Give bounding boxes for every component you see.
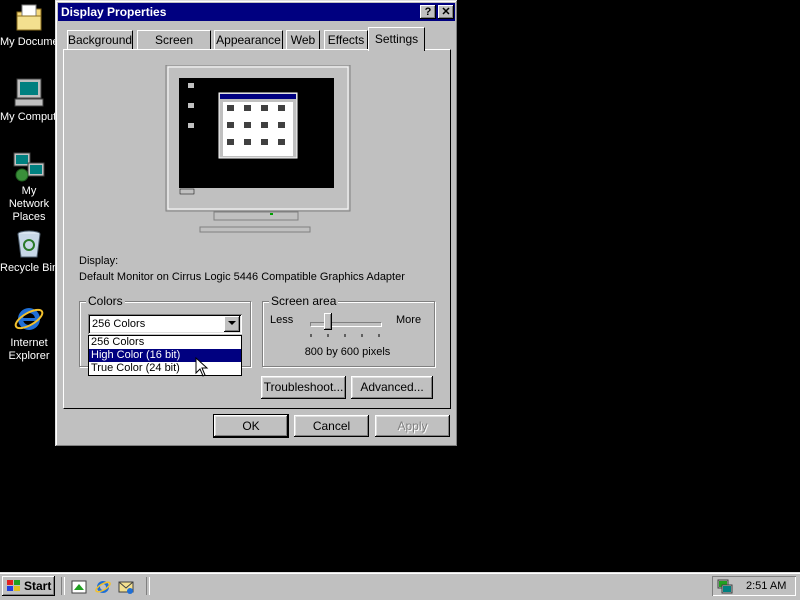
tab-screen-saver[interactable]: Screen Saver <box>137 30 211 66</box>
tab-background[interactable]: Background <box>67 30 133 49</box>
apply-button-label: Apply <box>397 419 428 433</box>
show-desktop-icon[interactable] <box>70 578 88 596</box>
title-bar[interactable]: Display Properties ? ✕ <box>58 3 455 21</box>
taskbar-separator <box>61 577 65 595</box>
display-label: Display: <box>79 255 119 267</box>
desktop-icon-label: My Network Places <box>8 185 50 223</box>
display-adapter-value: Default Monitor on Cirrus Logic 5446 Com… <box>79 271 405 283</box>
desktop-icon-label: My Computer <box>0 111 58 123</box>
computer-icon <box>14 78 44 107</box>
desktop-icon-recycle-bin[interactable]: Recycle Bin <box>0 228 58 275</box>
system-tray: 2:51 AM <box>712 576 796 596</box>
colors-option-16bit[interactable]: High Color (16 bit) <box>89 349 241 362</box>
troubleshoot-button[interactable]: Troubleshoot... <box>261 376 346 399</box>
recycle-bin-icon <box>17 230 41 258</box>
screen-area-slider-track[interactable] <box>310 322 382 327</box>
windows-logo-icon <box>7 580 20 591</box>
tab-appearance[interactable]: Appearance <box>214 30 283 49</box>
colors-option-256[interactable]: 256 Colors <box>89 336 241 349</box>
ok-button-label: OK <box>242 419 260 433</box>
monitor-preview-image <box>165 65 351 233</box>
colors-select-value: 256 Colors <box>92 318 146 330</box>
ok-button[interactable]: OK <box>213 414 289 438</box>
less-label: Less <box>270 314 294 326</box>
mouse-cursor-icon <box>195 357 209 377</box>
screen-area-slider-thumb[interactable] <box>323 313 332 330</box>
screen-area-group-label: Screen area <box>269 294 339 308</box>
desktop-icon-my-network-places[interactable]: My Network Places <box>0 151 58 224</box>
colors-dropdown-list[interactable]: 256 Colors High Color (16 bit) True Colo… <box>88 335 242 376</box>
apply-button[interactable]: Apply <box>375 415 450 437</box>
colors-option-24bit[interactable]: True Color (24 bit) <box>89 362 241 375</box>
dialog-title: Display Properties <box>61 5 167 19</box>
colors-select[interactable]: 256 Colors <box>88 314 242 334</box>
colors-group-label: Colors <box>86 294 125 308</box>
screen-area-value: 800 by 600 pixels <box>304 346 391 358</box>
help-button[interactable]: ? <box>420 5 436 19</box>
taskbar-separator <box>146 577 150 595</box>
desktop-icon-my-documents[interactable]: My Documents <box>0 2 58 49</box>
internet-explorer-icon <box>14 308 44 330</box>
desktop-icon-label: My Documents <box>0 36 58 48</box>
internet-explorer-icon[interactable] <box>94 578 112 596</box>
cancel-button[interactable]: Cancel <box>294 415 369 437</box>
chevron-down-icon <box>228 321 236 325</box>
dropdown-arrow-button[interactable] <box>224 316 240 332</box>
tab-web[interactable]: Web <box>286 30 320 49</box>
network-tray-icon[interactable] <box>716 578 734 594</box>
tab-effects[interactable]: Effects <box>324 30 368 49</box>
desktop-icon-internet-explorer[interactable]: Internet Explorer <box>0 303 58 363</box>
clock[interactable]: 2:51 AM <box>746 580 786 592</box>
desktop-icon-label: Internet Explorer <box>8 337 50 362</box>
troubleshoot-button-label: Troubleshoot... <box>263 380 344 394</box>
more-label: More <box>396 314 422 326</box>
start-button-label: Start <box>24 579 52 593</box>
display-properties-dialog: Display Properties ? ✕ Background Screen… <box>55 0 458 447</box>
desktop-icon-my-computer[interactable]: My Computer <box>0 77 58 124</box>
outlook-express-icon[interactable] <box>117 578 135 596</box>
cancel-button-label: Cancel <box>312 419 351 433</box>
advanced-button[interactable]: Advanced... <box>351 376 433 399</box>
close-button[interactable]: ✕ <box>438 5 454 19</box>
desktop-icon-label: Recycle Bin <box>0 262 58 274</box>
settings-panel: Display: Default Monitor on Cirrus Logic… <box>63 49 451 409</box>
advanced-button-label: Advanced... <box>360 380 424 394</box>
slider-ticks <box>310 334 380 337</box>
tab-settings[interactable]: Settings <box>368 27 425 51</box>
start-button[interactable]: Start <box>2 576 55 596</box>
folder-documents-icon <box>16 4 42 31</box>
network-icon <box>13 152 45 182</box>
taskbar: Start 2:51 AM <box>0 572 800 600</box>
